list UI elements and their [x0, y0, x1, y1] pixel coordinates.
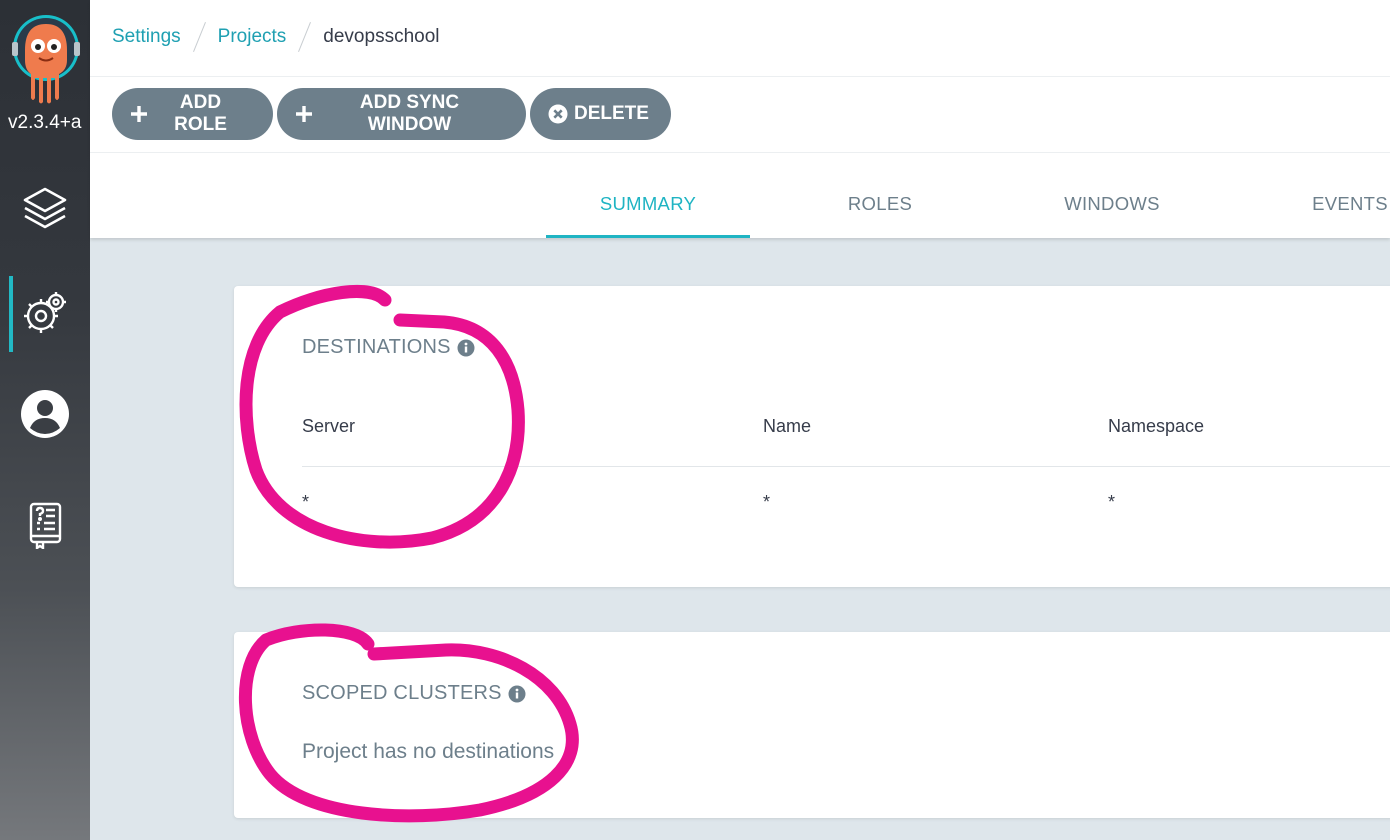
scoped-clusters-heading: SCOPED CLUSTERS — [302, 682, 526, 705]
table-cell-namespace: * — [1108, 492, 1116, 512]
breadcrumb-settings[interactable]: Settings — [112, 26, 181, 48]
scoped-clusters-panel: SCOPED CLUSTERS Project has no destinati… — [234, 632, 1390, 818]
gears-icon — [20, 287, 70, 342]
table-header-divider — [302, 466, 1390, 467]
main-content: Settings Projects devopsschool ADD ROLE … — [90, 0, 1390, 840]
destinations-title: DESTINATIONS — [302, 336, 451, 358]
add-sync-window-button[interactable]: ADD SYNC WINDOW — [277, 88, 526, 140]
breadcrumb-current: devopsschool — [323, 26, 440, 47]
page-header: Settings Projects devopsschool ADD ROLE … — [90, 0, 1390, 238]
destinations-heading: DESTINATIONS — [302, 336, 475, 359]
plus-icon — [130, 105, 148, 123]
delete-label: DELETE — [574, 103, 649, 124]
table-cell-server: * — [302, 492, 310, 512]
tab-roles[interactable]: ROLES — [780, 170, 980, 238]
scoped-clusters-title: SCOPED CLUSTERS — [302, 682, 502, 704]
user-circle-icon — [20, 389, 70, 444]
argo-logo[interactable] — [11, 14, 81, 106]
breadcrumb-separator — [192, 21, 206, 53]
info-icon[interactable] — [508, 685, 526, 703]
tab-summary[interactable]: SUMMARY — [546, 170, 750, 238]
column-header-name: Name — [763, 416, 812, 436]
close-circle-icon — [548, 104, 568, 124]
sidebar-item-user-info[interactable] — [0, 378, 90, 454]
info-icon[interactable] — [457, 339, 475, 357]
add-role-label: ADD ROLE — [174, 92, 227, 135]
delete-button[interactable]: DELETE — [530, 88, 671, 140]
header-divider — [90, 76, 1390, 77]
action-toolbar: ADD ROLE ADD SYNC WINDOW DELETE — [112, 88, 671, 140]
version-label: v2.3.4+a — [8, 112, 82, 133]
tab-events[interactable]: EVENTS — [1250, 170, 1390, 238]
column-header-namespace: Namespace — [1108, 416, 1205, 436]
breadcrumb-projects[interactable]: Projects — [218, 26, 287, 48]
sidebar-item-settings[interactable] — [0, 276, 90, 352]
table-cell-name: * — [763, 492, 771, 512]
tab-windows[interactable]: WINDOWS — [1012, 170, 1212, 238]
breadcrumb: Settings Projects devopsschool — [112, 18, 440, 56]
toolbar-divider — [90, 152, 1390, 153]
tab-bar: SUMMARY ROLES WINDOWS EVENTS — [90, 170, 1390, 238]
breadcrumb-separator — [298, 21, 312, 53]
destinations-panel: DESTINATIONS Server Name Namespace * * * — [234, 286, 1390, 587]
sidebar-item-applications[interactable] — [0, 172, 90, 248]
layers-icon — [20, 183, 70, 238]
sidebar-item-documentation[interactable] — [0, 488, 90, 564]
book-icon — [20, 499, 70, 554]
add-role-button[interactable]: ADD ROLE — [112, 88, 273, 140]
empty-state-message: Project has no destinations — [302, 740, 555, 763]
add-sync-window-label: ADD SYNC WINDOW — [359, 92, 460, 135]
plus-icon — [295, 105, 313, 123]
column-header-server: Server — [302, 416, 356, 436]
sidebar: v2.3.4+a — [0, 0, 90, 840]
